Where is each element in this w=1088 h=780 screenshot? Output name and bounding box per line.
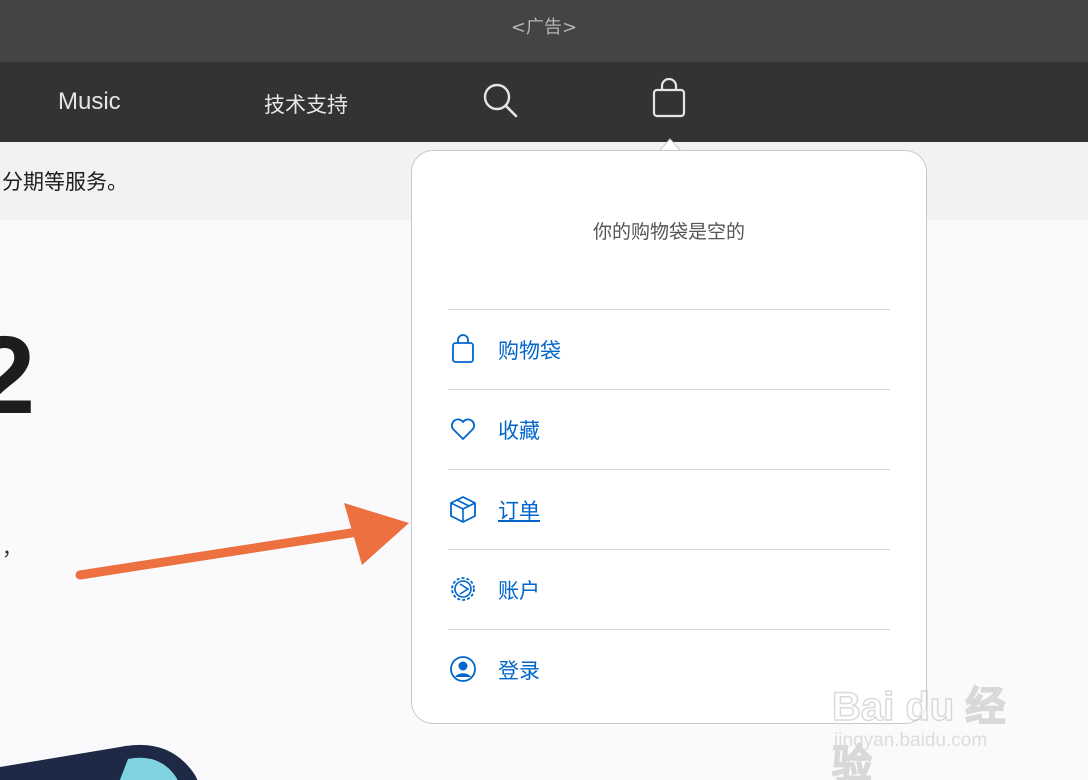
headline-fragment: 2 <box>0 314 36 437</box>
menu-item-favorites[interactable]: 收藏 <box>448 389 890 469</box>
watermark-url: jingyan.baidu.com <box>834 730 988 751</box>
box-icon <box>450 496 476 523</box>
menu-item-label: 收藏 <box>498 419 540 443</box>
nav-item-support[interactable]: 技术支持 <box>264 89 348 119</box>
global-nav: Music 技术支持 <box>0 62 1088 142</box>
nav-item-music[interactable]: Music <box>58 88 121 116</box>
menu-item-signin[interactable]: 登录 <box>448 629 890 709</box>
text-fragment: ， <box>2 536 22 560</box>
menu-item-account[interactable]: 账户 <box>448 549 890 629</box>
menu-item-label: 账户 <box>498 579 540 603</box>
menu-item-label: 登录 <box>498 659 540 683</box>
product-image <box>0 744 198 780</box>
bag-popover: 你的购物袋是空的 购物袋 收藏 订单 账户 登录 <box>411 150 927 724</box>
gear-icon <box>451 577 475 601</box>
ad-label: <广告> <box>510 17 578 38</box>
search-icon[interactable] <box>482 82 520 120</box>
watermark: Bai du 经验 jingyan.baidu.com <box>831 660 1042 780</box>
menu-item-bag[interactable]: 购物袋 <box>448 309 890 389</box>
heart-icon <box>451 418 475 440</box>
shopping-bag-icon[interactable] <box>650 78 688 118</box>
menu-item-label: 订单 <box>498 499 540 523</box>
page: <广告> Music 技术支持 分期等服务。 2 ， 你的购物袋是空的 购物袋 … <box>0 0 1088 780</box>
promo-text: 分期等服务。 <box>2 170 128 194</box>
bag-icon <box>452 334 474 363</box>
menu-item-label: 购物袋 <box>498 339 561 363</box>
annotation-arrow <box>75 503 409 580</box>
bag-menu: 购物袋 收藏 订单 账户 登录 <box>448 309 890 709</box>
watermark-logo: Bai du 经验 <box>831 684 1006 780</box>
user-circle-icon <box>450 656 476 682</box>
empty-bag-message: 你的购物袋是空的 <box>592 221 745 243</box>
menu-item-orders[interactable]: 订单 <box>448 469 890 549</box>
ad-bar: <广告> <box>0 0 1088 62</box>
